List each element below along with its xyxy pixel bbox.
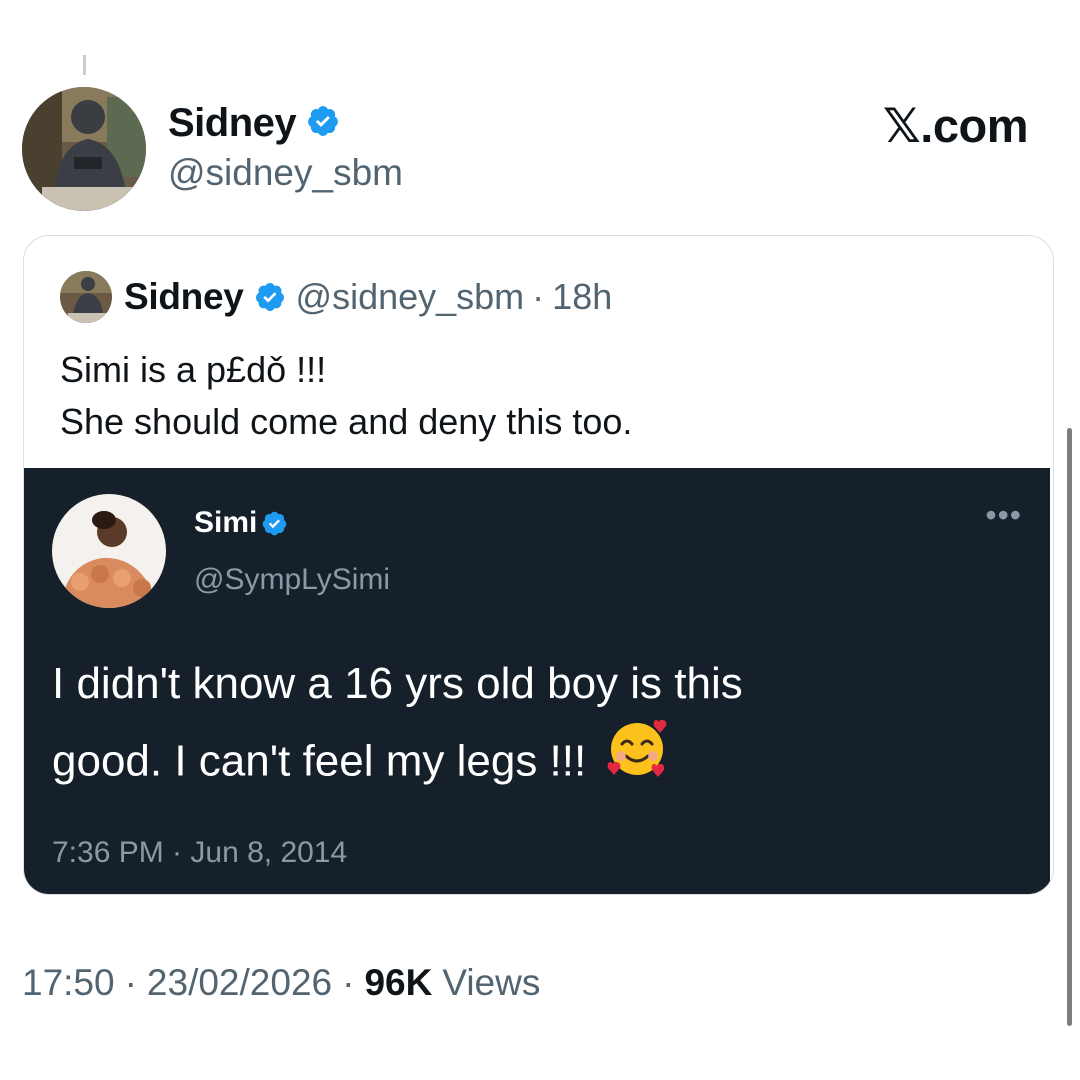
thread-line [83,55,86,75]
quoted-text-line: Simi is a p£dǒ !!! [60,349,327,390]
quoted-post-header: Sidney @sidney_sbm · 18h [60,271,612,323]
x-logo: 𝕏.com [882,98,1029,154]
quoted-author-avatar[interactable] [60,271,112,323]
attached-screenshot[interactable]: Simi @SympLySimi ••• I didn't know a 16 … [24,468,1050,894]
author-handle[interactable]: @sidney_sbm [168,152,403,194]
author-block: Sidney @sidney_sbm [168,100,403,194]
post-metadata: 17:50 · 23/02/2026 · 96K Views [22,962,540,1004]
verified-badge-icon [254,281,286,313]
separator-dot: · [124,962,137,1003]
quoted-post-card[interactable]: Sidney @sidney_sbm · 18h Simi is a p£dǒ … [23,235,1054,895]
brand-domain: .com [920,99,1028,152]
post-date[interactable]: 23/02/2026 [147,962,332,1004]
views-label: Views [442,962,541,1003]
simi-text-line: good. I can't feel my legs !!! [52,736,587,786]
simi-name: Simi [194,506,258,539]
simi-text-line: I didn't know a 16 yrs old boy is this [52,659,743,708]
post-time[interactable]: 17:50 [22,962,115,1004]
verified-badge-icon [261,510,288,537]
quoted-text-line: She should come and deny this too. [60,401,633,442]
verified-badge-icon [306,104,340,143]
simi-tweet-timestamp: 7:36 PM · Jun 8, 2014 [52,836,348,869]
separator-dot: · [532,276,545,317]
separator-dot: · [342,962,355,1003]
author-name[interactable]: Sidney [168,101,297,146]
views-count[interactable]: 96K [364,962,432,1004]
simi-tweet-text: I didn't know a 16 yrs old boy is this g… [52,648,743,808]
scrollbar[interactable] [1067,428,1072,1026]
more-options-icon: ••• [985,497,1022,533]
simi-avatar [52,494,166,608]
quoted-author-name[interactable]: Sidney [124,276,244,318]
smiling-face-with-hearts-icon [604,714,670,802]
author-avatar[interactable] [22,87,146,211]
simi-handle: @SympLySimi [194,563,391,596]
x-logo-glyph: 𝕏 [882,99,921,154]
quoted-post-age[interactable]: 18h [552,276,612,318]
simi-name-row: Simi [194,506,288,540]
quoted-post-text: Simi is a p£dǒ !!! She should come and d… [60,344,632,448]
quoted-author-handle[interactable]: @sidney_sbm [296,276,525,318]
